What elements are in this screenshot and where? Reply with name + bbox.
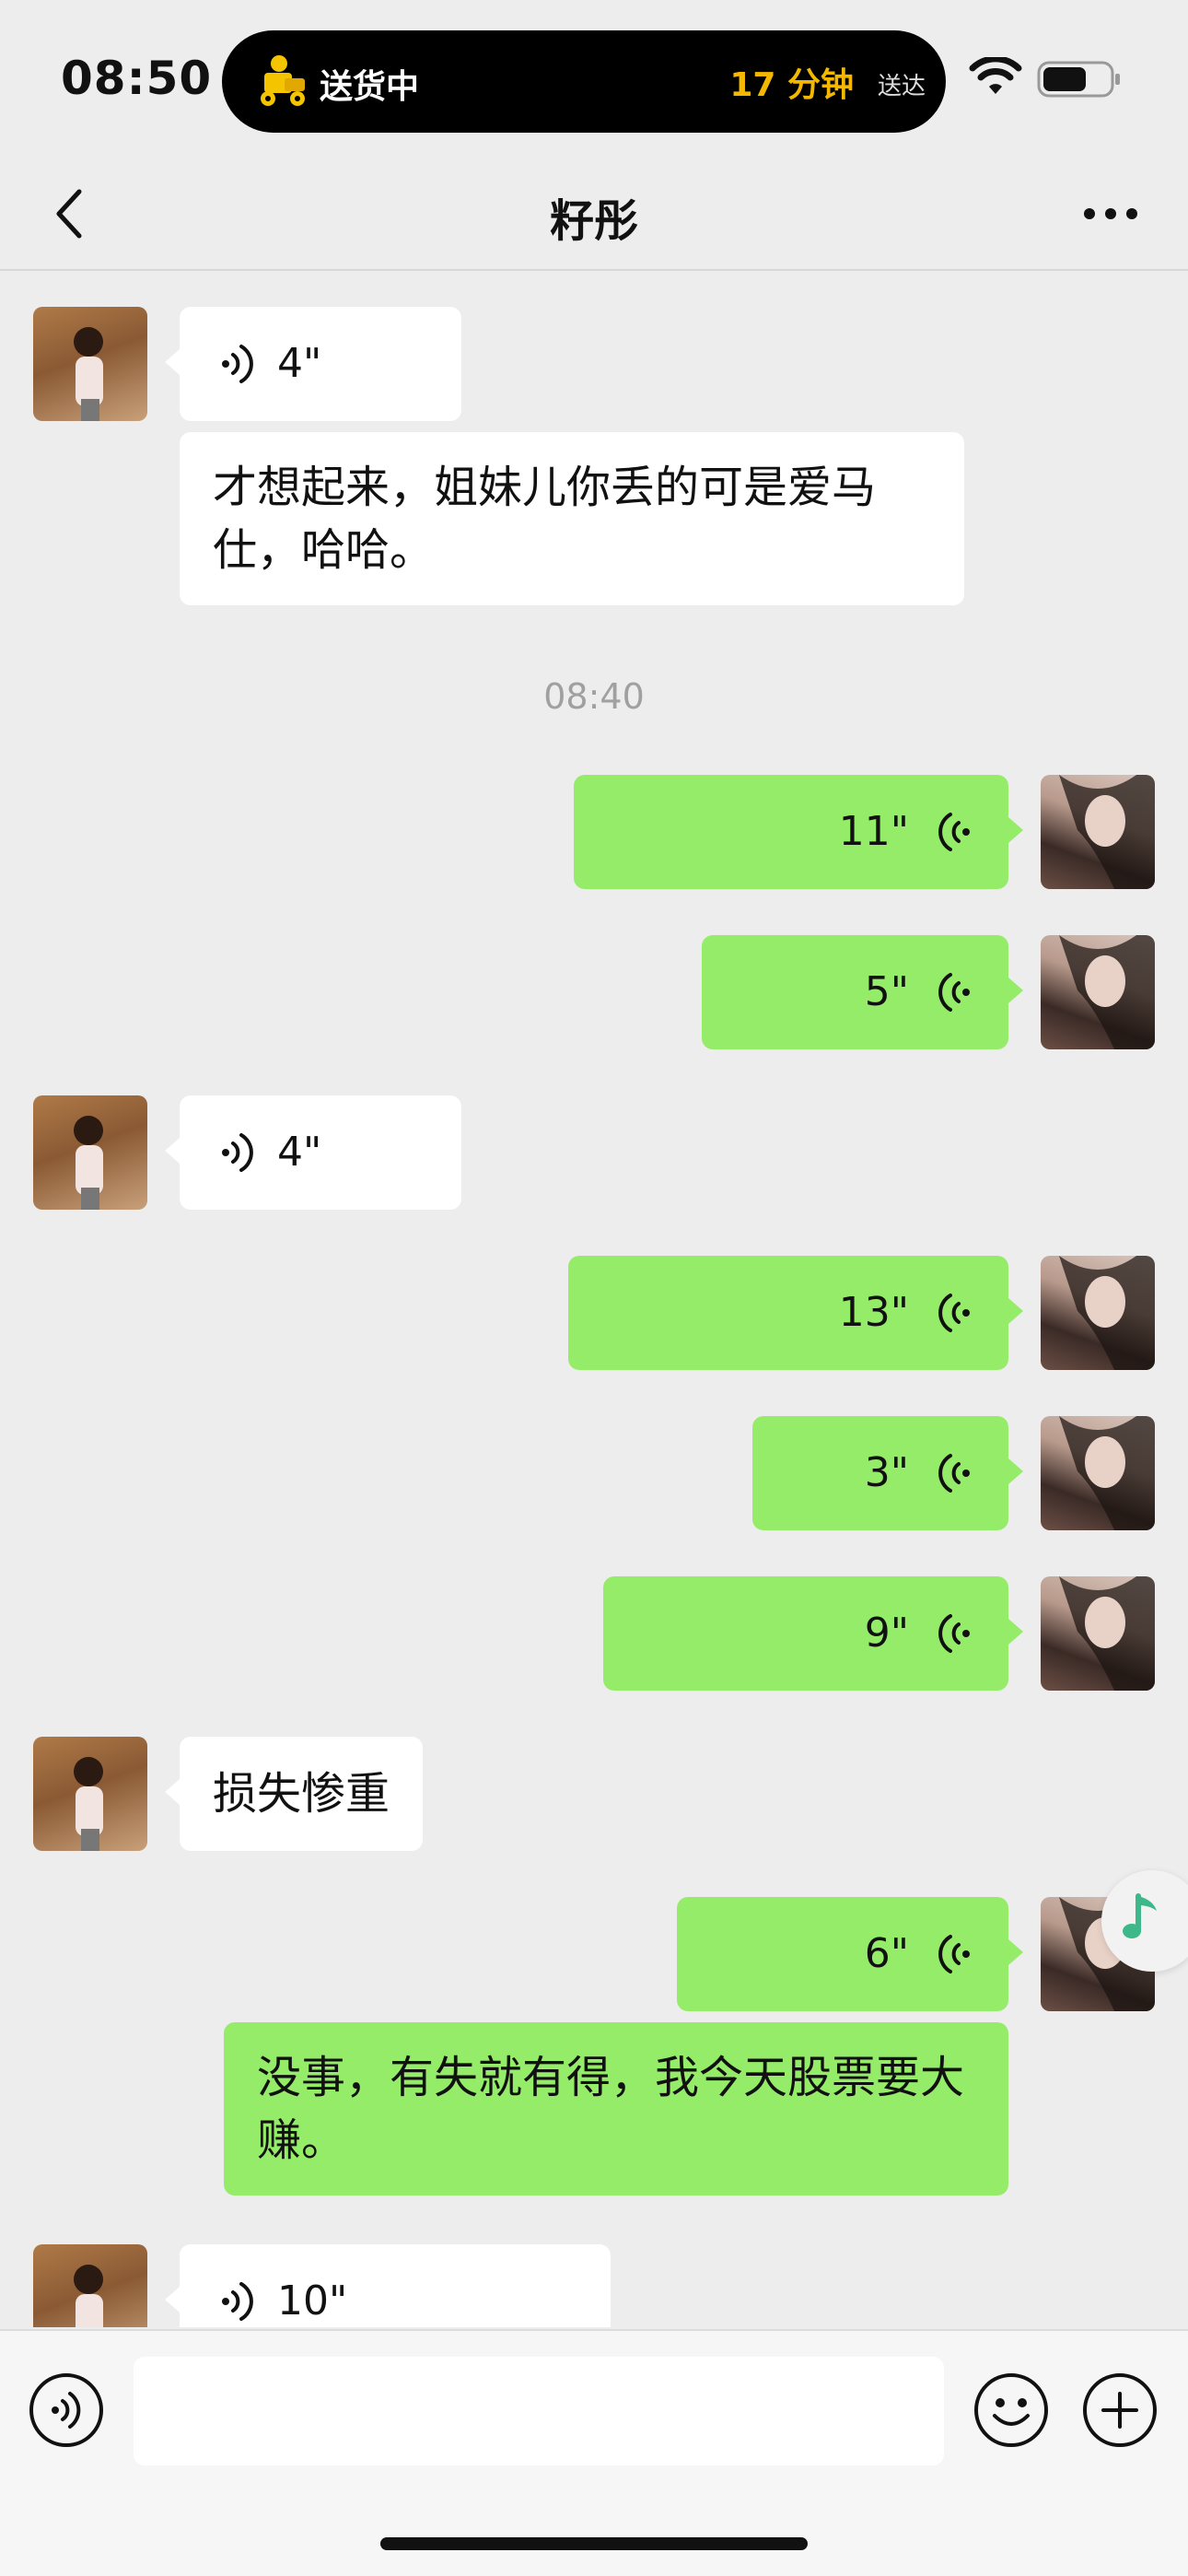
voice-duration: 11": [838, 808, 909, 855]
my-avatar[interactable]: [1041, 935, 1155, 1049]
voice-message-out[interactable]: 5": [702, 935, 1023, 1049]
more-dots-icon: [1084, 208, 1137, 219]
voice-message-out[interactable]: 9": [603, 1576, 1023, 1691]
my-avatar[interactable]: [1041, 1576, 1155, 1691]
my-avatar[interactable]: [1041, 775, 1155, 889]
voice-duration: 13": [838, 1289, 909, 1336]
emoji-icon[interactable]: [973, 2371, 1050, 2449]
voice-wave-icon: [938, 973, 970, 1012]
voice-wave-icon: [938, 1454, 970, 1493]
contact-avatar[interactable]: [33, 1737, 147, 1851]
voice-wave-icon: [222, 2282, 253, 2321]
voice-message-out[interactable]: 13": [568, 1256, 1023, 1370]
wifi-icon: [969, 57, 1022, 94]
delivery-rider-icon: [261, 55, 305, 106]
voice-wave-icon: [938, 1935, 970, 1973]
my-avatar[interactable]: [1041, 1256, 1155, 1370]
status-time: 08:50: [61, 52, 213, 105]
nav-bar: 籽彤: [0, 157, 1188, 271]
voice-duration: 4": [277, 340, 322, 387]
delivery-eta-suffix: 送达: [877, 73, 926, 100]
chat-message-list[interactable]: 4" 才想起来，姐妹儿你丢的可是爱马仕，哈哈。 08:40 11" 5" 4" …: [0, 273, 1188, 2327]
plus-icon[interactable]: [1081, 2371, 1159, 2449]
my-avatar[interactable]: [1041, 1416, 1155, 1530]
text-message-out[interactable]: 没事，有失就有得，我今天股票要大赚。: [224, 2022, 1008, 2195]
voice-duration: 9": [864, 1610, 909, 1657]
voice-toggle-icon[interactable]: [28, 2371, 105, 2449]
voice-message-out[interactable]: 3": [752, 1416, 1023, 1530]
message-input[interactable]: [134, 2357, 944, 2465]
voice-duration: 6": [864, 1930, 909, 1977]
status-bar: 08:50 送货中 17 分钟 送达: [0, 0, 1188, 157]
text-message-in[interactable]: 才想起来，姐妹儿你丢的可是爱马仕，哈哈。: [180, 432, 964, 605]
contact-avatar[interactable]: [33, 307, 147, 421]
delivery-status: 送货中: [320, 68, 420, 106]
more-button[interactable]: [1074, 177, 1147, 251]
message-timestamp: 08:40: [543, 676, 645, 717]
dynamic-island-delivery[interactable]: 送货中 17 分钟 送达: [222, 30, 946, 133]
text-message-in[interactable]: 损失惨重: [164, 1737, 424, 1851]
voice-duration: 4": [277, 1129, 322, 1176]
voice-duration: 5": [864, 968, 909, 1015]
contact-avatar[interactable]: [33, 2244, 147, 2327]
voice-wave-icon: [938, 1294, 970, 1332]
voice-message-in[interactable]: 10": [165, 2244, 611, 2327]
voice-duration: 10": [277, 2277, 348, 2324]
voice-wave-icon: [222, 1133, 253, 1172]
voice-message-out[interactable]: 11": [574, 775, 1023, 889]
voice-message-in[interactable]: 4": [165, 1095, 461, 1210]
voice-wave-icon: [938, 813, 970, 851]
chat-title: 籽彤: [549, 195, 638, 247]
battery-icon: [1037, 61, 1120, 98]
home-indicator[interactable]: [380, 2537, 808, 2550]
voice-wave-icon: [222, 345, 253, 383]
voice-duration: 3": [864, 1449, 909, 1496]
voice-message-out[interactable]: 6": [677, 1897, 1023, 2011]
music-note-icon: [1123, 1893, 1157, 1938]
voice-message-in[interactable]: 4": [165, 307, 461, 421]
delivery-eta: 17 分钟: [729, 66, 854, 104]
voice-wave-icon: [938, 1614, 970, 1653]
contact-avatar[interactable]: [33, 1095, 147, 1210]
